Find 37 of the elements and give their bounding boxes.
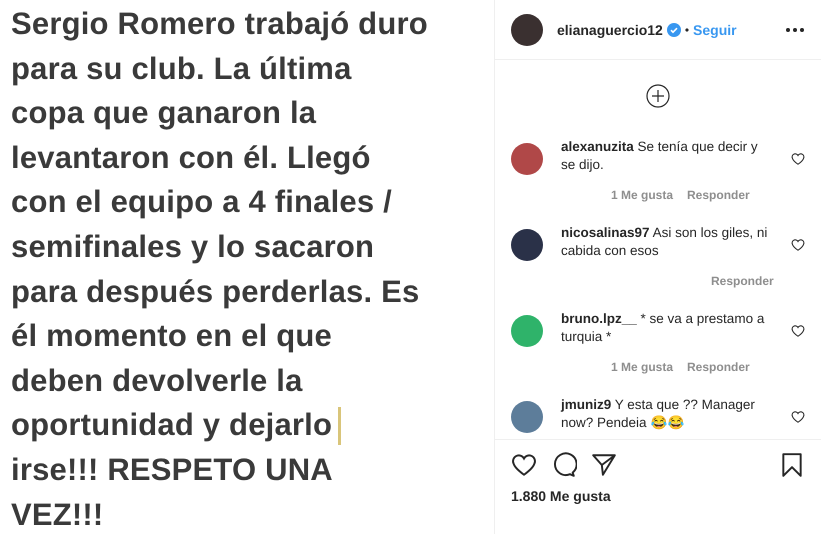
send-icon[interactable] bbox=[591, 452, 617, 478]
reply-link[interactable]: Responder bbox=[687, 360, 750, 374]
post-text-line: él momento en el que bbox=[11, 317, 332, 356]
post-text-line: irse!!! RESPETO UNA bbox=[11, 450, 333, 489]
reply-link[interactable]: Responder bbox=[711, 274, 774, 288]
likes-count: 1.880 Me gusta bbox=[511, 488, 611, 504]
post-text-line: semifinales y lo sacaron bbox=[11, 228, 374, 266]
follow-button[interactable]: Seguir bbox=[693, 22, 737, 38]
comment-icon[interactable] bbox=[551, 452, 577, 478]
post-text-line: oportunidad y dejarlo bbox=[11, 406, 332, 444]
heart-icon[interactable] bbox=[791, 238, 805, 252]
post-text-line: copa que ganaron la bbox=[11, 94, 316, 132]
like-count: 1 Me gusta bbox=[611, 360, 674, 374]
heart-icon[interactable] bbox=[791, 324, 805, 338]
avatar[interactable] bbox=[511, 14, 543, 46]
avatar[interactable] bbox=[511, 229, 543, 261]
load-more-comments-icon[interactable] bbox=[646, 84, 670, 108]
post-text-line: para después perderlas. Es bbox=[11, 272, 420, 311]
heart-icon[interactable] bbox=[791, 410, 805, 424]
reply-link[interactable]: Responder bbox=[687, 188, 750, 202]
heart-icon[interactable] bbox=[791, 152, 805, 166]
post-text-line: Sergio Romero trabajó duro bbox=[11, 5, 428, 43]
heart-icon[interactable] bbox=[511, 452, 537, 478]
comment-text: alexanuzita Se tenía que decir y se dijo. bbox=[561, 138, 759, 174]
like-count: 1 Me gusta bbox=[611, 188, 674, 202]
post-text-line: VEZ!!! bbox=[11, 496, 104, 534]
post-text-line: con el equipo a 4 finales / bbox=[11, 183, 392, 222]
more-options-icon[interactable] bbox=[785, 26, 805, 32]
avatar[interactable] bbox=[511, 143, 543, 175]
comment-text: nicosalinas97 Asi son los giles, ni cabida con esos bbox=[561, 224, 768, 260]
username-link[interactable]: elianaguercio12 bbox=[557, 22, 663, 38]
post-text-line: para su club. La última bbox=[11, 50, 352, 88]
comment-text: bruno.lpz__ * se va a prestamo a turquia * bbox=[561, 310, 766, 346]
post-text-line: levantaron con él. Llegó bbox=[11, 138, 371, 177]
separator-dot: • bbox=[684, 22, 690, 36]
comment-text: jmuniz9 Y esta que ?? Manager now? Pendeia 😂😂 bbox=[561, 396, 756, 432]
post-text-line: deben devolverle la bbox=[11, 362, 303, 400]
